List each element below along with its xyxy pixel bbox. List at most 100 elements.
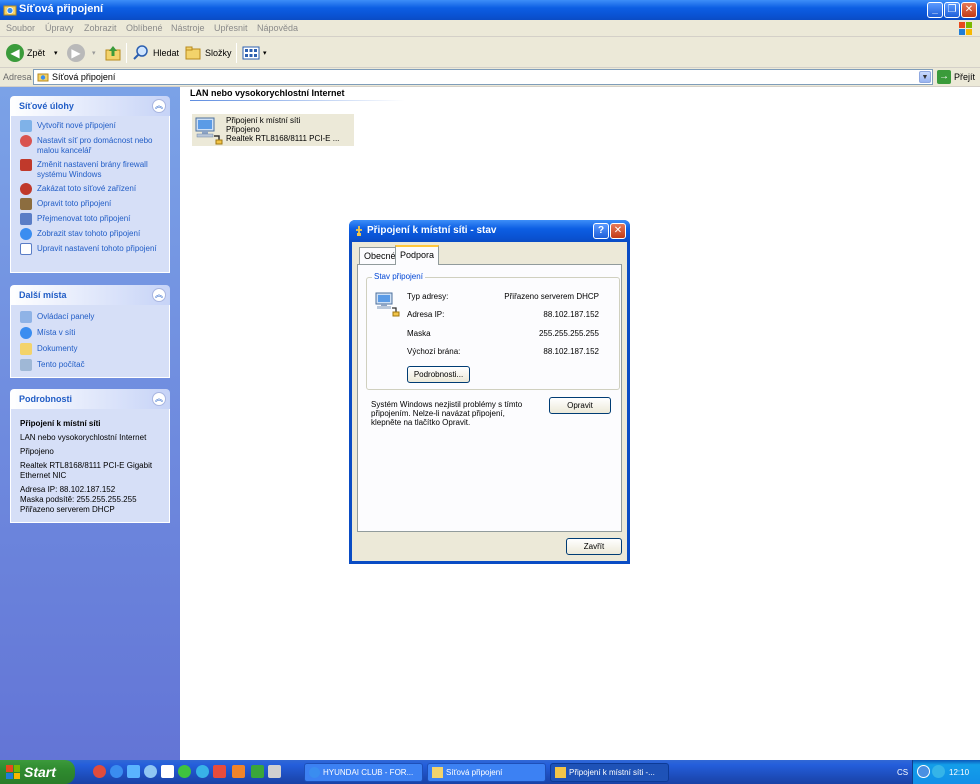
toolbar-separator bbox=[236, 43, 237, 63]
tab-support[interactable]: Podpora bbox=[395, 245, 440, 265]
task-firewall[interactable]: Změnit nastavení brány firewall systému … bbox=[20, 159, 161, 180]
home-network-icon bbox=[20, 135, 32, 147]
place-network[interactable]: Místa v síti bbox=[20, 327, 161, 339]
taskbar-button-status[interactable]: Připojení k místní síti -... bbox=[550, 763, 669, 782]
taskbar-button-network[interactable]: Síťová připojení bbox=[427, 763, 546, 782]
windows-logo-icon bbox=[959, 22, 972, 35]
collapse-icon[interactable]: ︽ bbox=[152, 99, 166, 113]
tray-arrow-icon[interactable] bbox=[917, 765, 930, 778]
menu-tools[interactable]: Nástroje bbox=[171, 23, 205, 33]
subnet-mask-label: Maska bbox=[407, 329, 431, 338]
forward-dropdown-icon[interactable]: ▾ bbox=[92, 49, 96, 57]
address-label: Adresa bbox=[3, 72, 32, 82]
details-header[interactable]: Podrobnosti ︽ bbox=[10, 389, 170, 409]
clock[interactable]: 12:10 bbox=[949, 768, 969, 777]
start-button[interactable]: Start bbox=[0, 760, 75, 784]
system-tray: 12:10 bbox=[912, 760, 980, 784]
repair-wrench-icon bbox=[20, 198, 32, 210]
details-body: Připojení k místní síti LAN nebo vysokor… bbox=[10, 409, 170, 523]
details-button[interactable]: Podrobnosti... bbox=[407, 366, 470, 383]
task-rename[interactable]: Přejmenovat toto připojení bbox=[20, 213, 161, 225]
task-disable-device[interactable]: Zakázat toto síťové zařízení bbox=[20, 183, 161, 195]
views-button[interactable]: ▾ bbox=[242, 43, 267, 63]
help-button[interactable]: ? bbox=[593, 223, 609, 239]
connection-adapter: Realtek RTL8168/8111 PCI-E ... bbox=[226, 134, 340, 143]
minimize-button[interactable]: _ bbox=[927, 2, 943, 18]
task-home-network[interactable]: Nastavit síť pro domácnost nebo malou ka… bbox=[20, 135, 161, 156]
internet-explorer-icon[interactable] bbox=[110, 765, 123, 778]
window-titlebar[interactable]: Síťová připojení _ ❐ ✕ bbox=[0, 0, 980, 20]
dialog-close-button[interactable]: ✕ bbox=[610, 223, 626, 239]
lan-connection-item[interactable]: Připojení k místní síti Připojeno Realte… bbox=[192, 114, 354, 146]
taskbar-button-browser[interactable]: HYUNDAI CLUB - FOR... bbox=[304, 763, 423, 782]
documents-folder-icon bbox=[20, 343, 32, 355]
task-repair[interactable]: Opravit toto připojení bbox=[20, 198, 161, 210]
network-tasks-header[interactable]: Síťové úlohy ︽ bbox=[10, 96, 170, 116]
details-panel: Podrobnosti ︽ Připojení k místní síti LA… bbox=[10, 389, 170, 523]
close-button[interactable]: ✕ bbox=[961, 2, 977, 18]
menu-help[interactable]: Nápověda bbox=[257, 23, 298, 33]
gateway-label: Výchozí brána: bbox=[407, 347, 461, 356]
up-folder-button[interactable] bbox=[104, 43, 122, 63]
group-divider bbox=[190, 100, 405, 101]
network-folder-icon bbox=[432, 767, 443, 778]
gateway-value: 88.102.187.152 bbox=[543, 347, 599, 356]
go-label: Přejít bbox=[954, 72, 976, 82]
back-button[interactable]: ◀ Zpět ▾ bbox=[6, 43, 58, 63]
new-connection-icon bbox=[20, 120, 32, 132]
dialog-titlebar[interactable]: Připojení k místní síti - stav ? ✕ bbox=[349, 220, 630, 242]
show-desktop-icon[interactable] bbox=[127, 765, 140, 778]
place-my-computer[interactable]: Tento počítač bbox=[20, 359, 161, 371]
menu-view[interactable]: Zobrazit bbox=[84, 23, 117, 33]
app-icon[interactable] bbox=[232, 765, 245, 778]
app-icon[interactable] bbox=[251, 765, 264, 778]
menu-favorites[interactable]: Oblíbené bbox=[126, 23, 163, 33]
menu-edit[interactable]: Úpravy bbox=[45, 23, 74, 33]
go-arrow-icon: → bbox=[937, 70, 951, 84]
skype-tray-icon[interactable] bbox=[932, 765, 945, 778]
menu-file[interactable]: Soubor bbox=[6, 23, 35, 33]
detail-assigned: Přiřazeno serverem DHCP bbox=[20, 505, 115, 514]
connection-name: Připojení k místní síti bbox=[226, 116, 301, 125]
forward-button[interactable]: ▶ ▾ bbox=[67, 43, 96, 63]
place-documents[interactable]: Dokumenty bbox=[20, 343, 161, 355]
menu-advanced[interactable]: Upřesnit bbox=[214, 23, 248, 33]
other-places-header[interactable]: Další místa ︽ bbox=[10, 285, 170, 305]
dialog-body: Obecné Podpora Stav připojení Typ adresy… bbox=[352, 242, 627, 561]
collapse-icon[interactable]: ︽ bbox=[152, 288, 166, 302]
back-dropdown-icon[interactable]: ▾ bbox=[54, 49, 58, 57]
go-button[interactable]: → Přejít bbox=[937, 70, 975, 84]
place-control-panel[interactable]: Ovládací panely bbox=[20, 311, 161, 323]
dialog-close-action-button[interactable]: Zavřít bbox=[566, 538, 622, 555]
folders-label: Složky bbox=[205, 48, 232, 58]
folders-button[interactable]: Složky bbox=[184, 43, 232, 63]
task-create-connection[interactable]: Vytvořit nové připojení bbox=[20, 120, 161, 132]
network-tasks-panel: Síťové úlohy ︽ Vytvořit nové připojení N… bbox=[10, 96, 170, 273]
opera-icon[interactable] bbox=[93, 765, 106, 778]
address-dropdown-icon[interactable]: ▼ bbox=[919, 71, 931, 83]
address-field[interactable]: Síťová připojení ▼ bbox=[33, 69, 933, 85]
task-view-status[interactable]: Zobrazit stav tohoto připojení bbox=[20, 228, 161, 240]
task-label: Vytvořit nové připojení bbox=[37, 121, 116, 130]
messenger-icon[interactable] bbox=[161, 765, 174, 778]
address-type-value: Přiřazeno serverem DHCP bbox=[504, 292, 599, 301]
back-arrow-icon: ◀ bbox=[6, 44, 24, 62]
taskbar-button-label: Síťová připojení bbox=[446, 768, 503, 777]
my-computer-icon bbox=[20, 359, 32, 371]
windows-flag-icon bbox=[6, 765, 20, 779]
task-label: Upravit nastavení tohoto připojení bbox=[37, 244, 157, 253]
repair-button[interactable]: Opravit bbox=[549, 397, 611, 414]
maximize-button[interactable]: ❐ bbox=[944, 2, 960, 18]
collapse-icon[interactable]: ︽ bbox=[152, 392, 166, 406]
folders-icon bbox=[185, 46, 201, 60]
language-indicator[interactable]: CS bbox=[897, 768, 908, 777]
icq-icon[interactable] bbox=[178, 765, 191, 778]
floppy-icon[interactable] bbox=[268, 765, 281, 778]
task-change-settings[interactable]: Upravit nastavení tohoto připojení bbox=[20, 243, 161, 255]
search-button[interactable]: Hledat bbox=[132, 43, 179, 63]
app-icon[interactable] bbox=[213, 765, 226, 778]
network-computer-icon bbox=[375, 292, 400, 317]
toolbar: ◀ Zpět ▾ ▶ ▾ Hledat Složky ▾ bbox=[0, 37, 980, 68]
media-player-icon[interactable] bbox=[144, 765, 157, 778]
skype-icon[interactable] bbox=[196, 765, 209, 778]
